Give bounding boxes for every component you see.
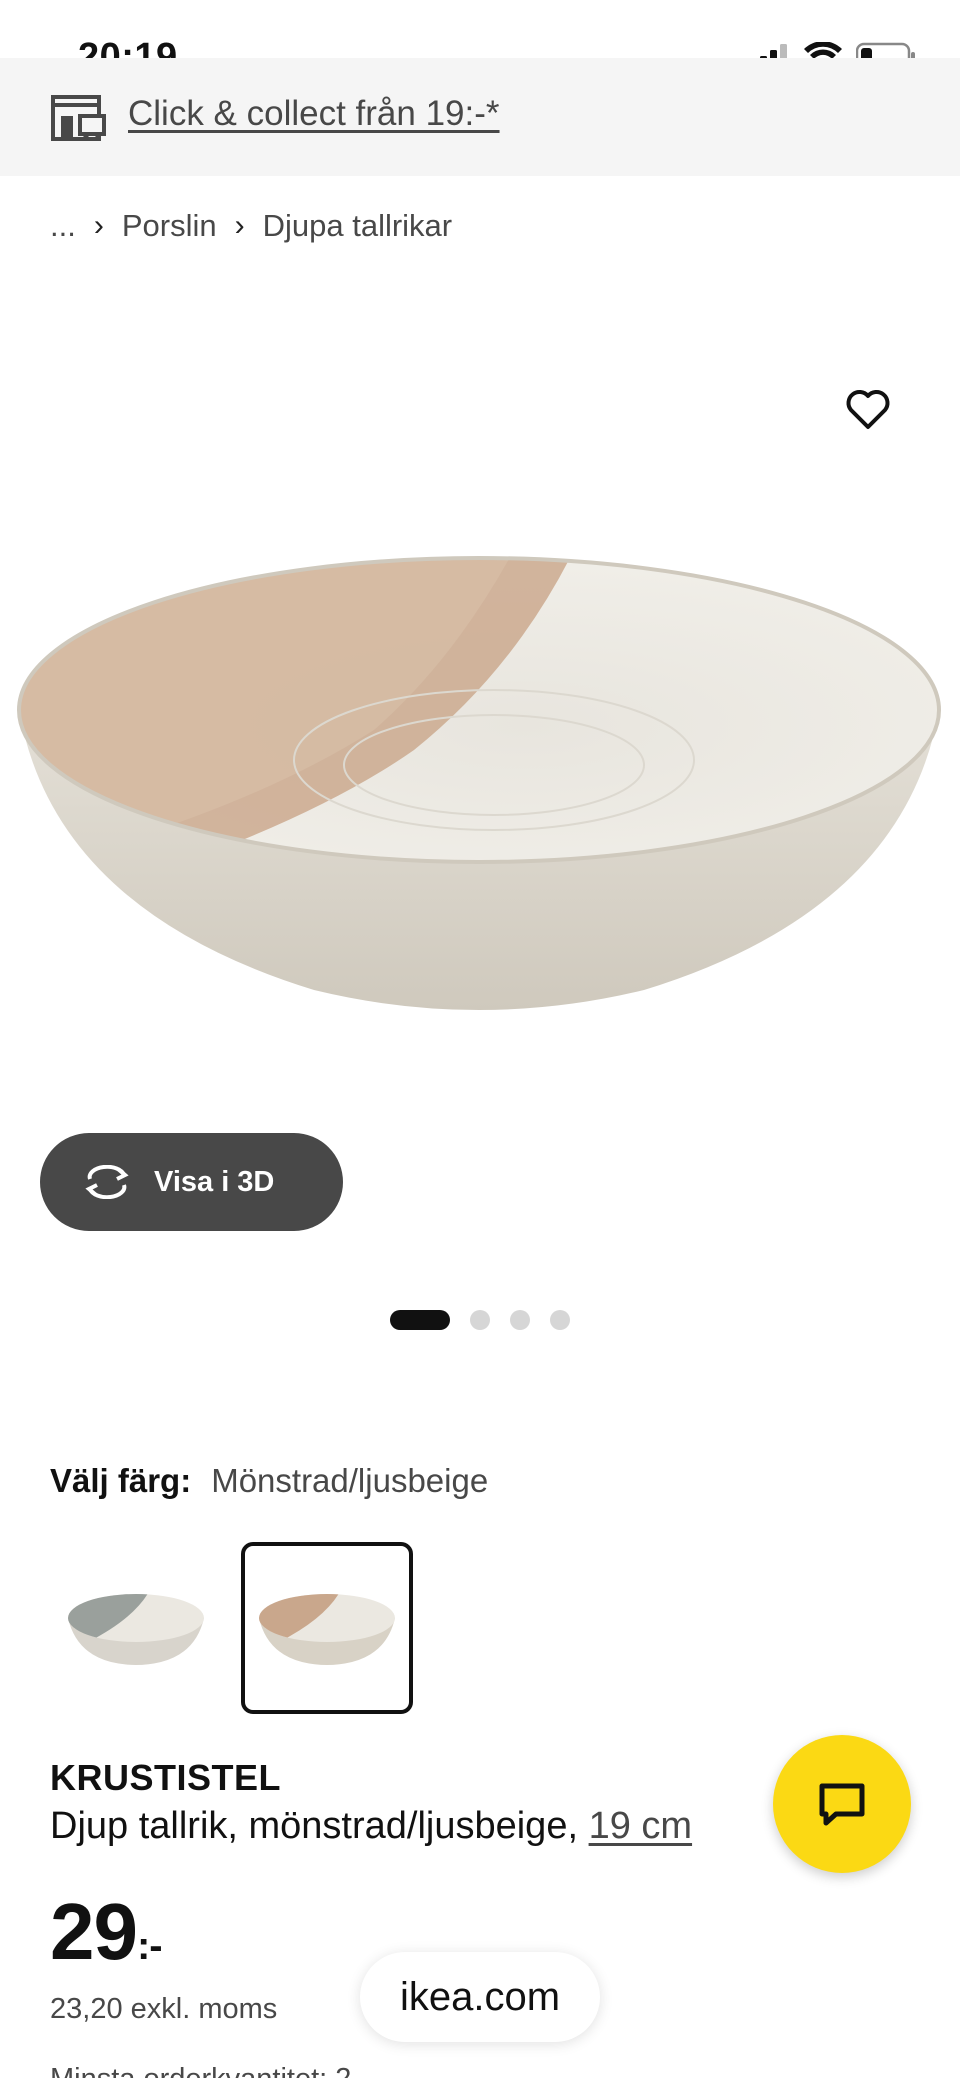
- favorite-heart-icon[interactable]: [844, 385, 892, 433]
- pagination-dot-4[interactable]: [550, 1310, 570, 1330]
- chevron-right-icon: ›: [234, 209, 245, 242]
- price-value: 29: [50, 1887, 138, 1976]
- click-collect-banner: Click & collect från 19:-*: [0, 58, 960, 176]
- chat-button[interactable]: [773, 1735, 911, 1873]
- store-icon: [51, 95, 106, 141]
- chevron-right-icon: ›: [93, 209, 104, 242]
- swatch-bowl-beige-image: [259, 1594, 395, 1665]
- swatch-bowl-grey-image: [68, 1594, 204, 1665]
- chat-icon: [819, 1783, 865, 1826]
- view-in-3d-label: Visa i 3D: [154, 1165, 275, 1198]
- click-collect-link[interactable]: Click & collect från 19:-*: [128, 94, 500, 134]
- minimum-order-quantity: Minsta orderkvantitet: 2: [50, 2063, 351, 2078]
- breadcrumb-ellipsis[interactable]: ...: [50, 208, 76, 244]
- browser-url-pill[interactable]: ikea.com: [360, 1952, 600, 2042]
- pagination-dot-3[interactable]: [510, 1310, 530, 1330]
- product-name: KRUSTISTEL: [50, 1757, 282, 1798]
- color-option-beige[interactable]: [241, 1542, 413, 1714]
- pagination-dot-1[interactable]: [390, 1310, 450, 1330]
- product-size-link[interactable]: 19 cm: [589, 1805, 692, 1847]
- product-description-text: Djup tallrik, mönstrad/ljusbeige,: [50, 1805, 589, 1847]
- product-price: 29:-: [50, 1886, 163, 1978]
- status-bar: 20:19: [0, 0, 960, 78]
- price-ex-vat: 23,20 exkl. moms: [50, 1993, 278, 2025]
- image-pagination: [390, 1310, 570, 1330]
- breadcrumb: ... › Porslin › Djupa tallrikar: [50, 208, 452, 244]
- color-label: Välj färg:: [50, 1462, 192, 1499]
- product-description: Djup tallrik, mönstrad/ljusbeige, 19 cm: [50, 1805, 692, 1848]
- color-option-grey[interactable]: [50, 1542, 222, 1714]
- view-in-3d-button[interactable]: Visa i 3D: [40, 1133, 343, 1231]
- price-suffix: :-: [136, 1924, 163, 1968]
- color-value: Mönstrad/ljusbeige: [211, 1462, 489, 1499]
- breadcrumb-porslin[interactable]: Porslin: [122, 208, 217, 244]
- rotate-3d-icon: [85, 1165, 129, 1199]
- pagination-dot-2[interactable]: [470, 1310, 490, 1330]
- product-image: [17, 556, 941, 1010]
- color-selector-header: Välj färg: Mönstrad/ljusbeige: [50, 1462, 488, 1500]
- breadcrumb-djupa-tallrikar[interactable]: Djupa tallrikar: [263, 208, 453, 244]
- product-image-gallery[interactable]: Visa i 3D: [0, 250, 960, 1400]
